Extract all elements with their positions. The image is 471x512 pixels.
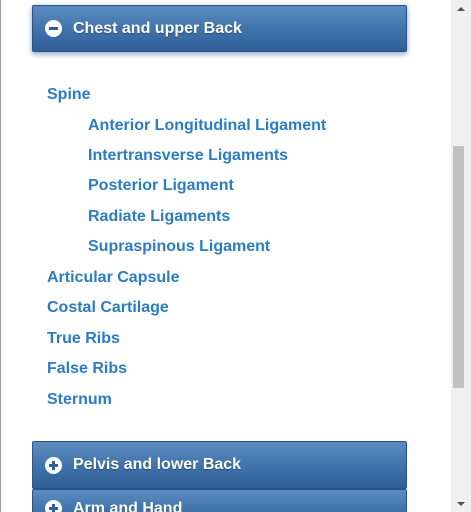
scrollbar-thumb[interactable] — [453, 146, 464, 388]
link-posterior-ligament[interactable]: Posterior Ligament — [88, 176, 234, 196]
link-anterior-longitudinal-ligament[interactable]: Anterior Longitudinal Ligament — [88, 116, 326, 136]
arrow-down-icon — [457, 501, 465, 506]
panel-header-pelvis-and-lower-back[interactable]: Pelvis and lower Back — [32, 441, 407, 489]
link-articular-capsule[interactable]: Articular Capsule — [47, 268, 179, 288]
accordion: Chest and upper Back Spine Anterior Long… — [0, 0, 451, 512]
panel-header-arm-and-hand[interactable]: Arm and Hand — [32, 489, 407, 512]
vertical-scrollbar[interactable] — [451, 0, 471, 512]
link-costal-cartilage[interactable]: Costal Cartilage — [47, 298, 169, 318]
scroll-down-button[interactable] — [451, 495, 471, 512]
link-sternum[interactable]: Sternum — [47, 390, 112, 410]
link-spine[interactable]: Spine — [47, 85, 91, 105]
panel-title: Chest and upper Back — [73, 19, 242, 37]
panel-title: Arm and Hand — [73, 500, 183, 512]
link-radiate-ligaments[interactable]: Radiate Ligaments — [88, 207, 230, 227]
link-true-ribs[interactable]: True Ribs — [47, 329, 120, 349]
link-false-ribs[interactable]: False Ribs — [47, 359, 127, 379]
plus-circle-icon — [45, 456, 62, 474]
link-supraspinous-ligament[interactable]: Supraspinous Ligament — [88, 237, 270, 257]
plus-circle-icon — [45, 500, 62, 512]
panel-title: Pelvis and lower Back — [73, 456, 242, 473]
arrow-up-icon — [457, 6, 465, 11]
minus-circle-icon — [45, 20, 62, 37]
link-intertransverse-ligaments[interactable]: Intertransverse Ligaments — [88, 146, 288, 166]
panel-header-chest-and-upper-back[interactable]: Chest and upper Back — [32, 5, 407, 52]
scroll-up-button[interactable] — [451, 0, 471, 17]
